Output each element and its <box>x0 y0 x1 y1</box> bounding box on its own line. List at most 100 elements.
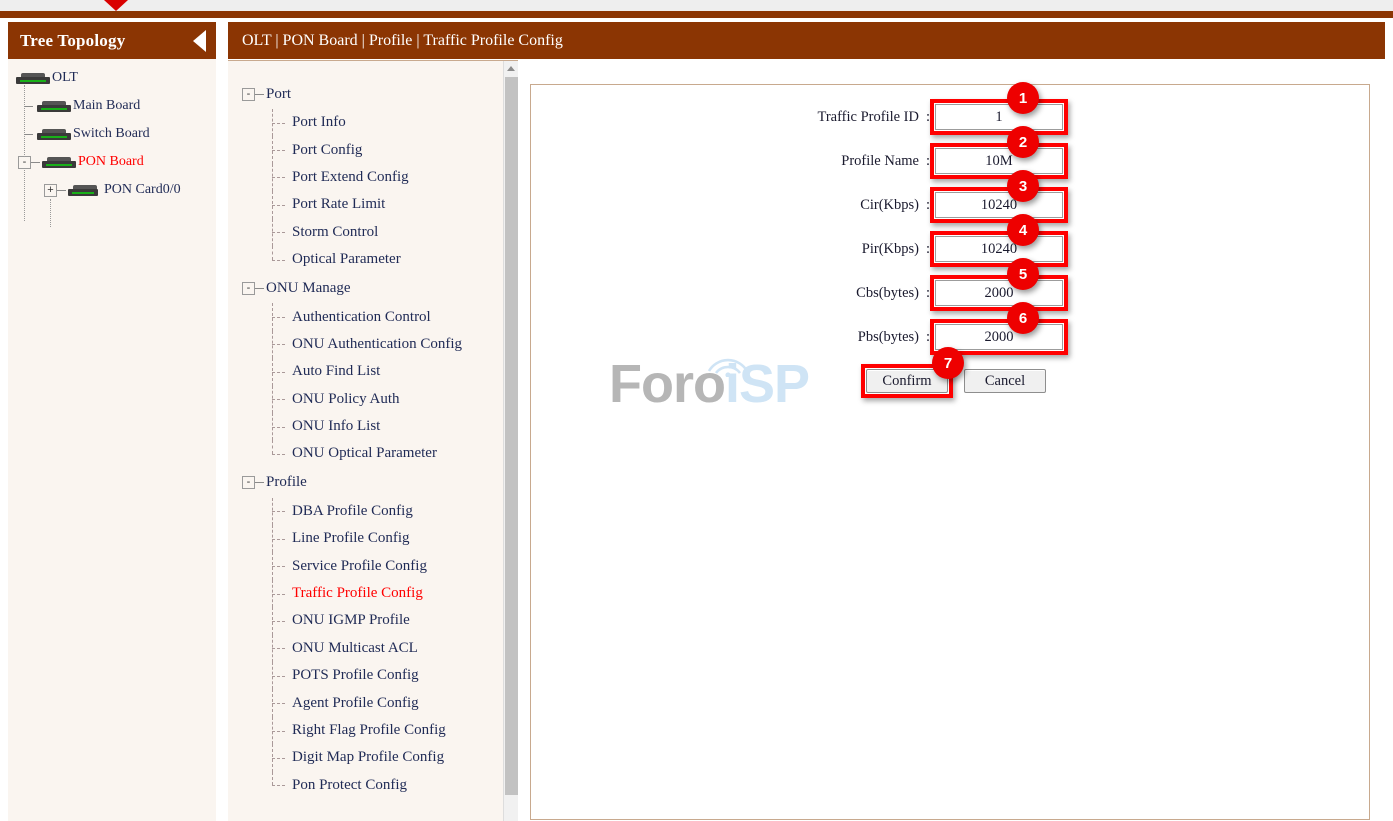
menu-branch-line <box>272 413 286 440</box>
field-label: Cbs(bytes) <box>531 285 921 302</box>
menu-item-onu-info-list[interactable]: ONU Info List <box>228 413 518 440</box>
menu-group-label: Port <box>266 86 291 103</box>
input-cbs-bytes-[interactable] <box>935 280 1063 306</box>
menu-item-label[interactable]: Optical Parameter <box>292 251 401 268</box>
tree-topology-header: Tree Topology <box>8 22 216 59</box>
menu-branch-line <box>272 635 286 662</box>
tree-node-label: Main Board <box>73 98 140 114</box>
menu-item-service-profile-config[interactable]: Service Profile Config <box>228 552 518 579</box>
menu-item-onu-optical-parameter[interactable]: ONU Optical Parameter <box>228 440 518 467</box>
menu-scrollbar[interactable] <box>503 61 518 821</box>
menu-branch-line <box>272 164 286 191</box>
menu-item-label[interactable]: ONU Policy Auth <box>292 391 400 408</box>
field-wrapper: 2 <box>935 148 1063 174</box>
menu-group-onu-manage[interactable]: -ONU Manage <box>228 273 518 303</box>
menu-item-onu-multicast-acl[interactable]: ONU Multicast ACL <box>228 635 518 662</box>
menu-item-label[interactable]: Port Config <box>292 142 362 159</box>
menu-item-storm-control[interactable]: Storm Control <box>228 219 518 246</box>
menu-item-agent-profile-config[interactable]: Agent Profile Config <box>228 689 518 716</box>
menu-item-pots-profile-config[interactable]: POTS Profile Config <box>228 662 518 689</box>
left-caret-icon[interactable] <box>193 30 206 52</box>
menu-item-label[interactable]: Auto Find List <box>292 363 380 380</box>
input-cir-kbps-[interactable] <box>935 192 1063 218</box>
menu-branch-line <box>255 482 264 483</box>
tree-topology-panel: Tree Topology OLT Main Board Swit <box>8 22 216 821</box>
menu-item-label[interactable]: ONU IGMP Profile <box>292 612 410 629</box>
menu-item-pon-protect-config[interactable]: Pon Protect Config <box>228 772 518 799</box>
form-row: Profile Name:2 <box>531 139 1371 183</box>
tree-collapse-toggle[interactable]: - <box>18 156 31 169</box>
tree-node-pon-card[interactable]: + PON Card0/0 <box>8 177 216 203</box>
menu-group-toggle[interactable]: - <box>242 476 255 489</box>
menu-branch-line <box>272 717 286 744</box>
menu-item-authentication-control[interactable]: Authentication Control <box>228 303 518 330</box>
menu-item-port-config[interactable]: Port Config <box>228 136 518 163</box>
tree-branch-line <box>31 162 40 163</box>
input-pir-kbps-[interactable] <box>935 236 1063 262</box>
menu-item-onu-policy-auth[interactable]: ONU Policy Auth <box>228 386 518 413</box>
menu-item-label[interactable]: Traffic Profile Config <box>292 585 423 602</box>
menu-item-dba-profile-config[interactable]: DBA Profile Config <box>228 498 518 525</box>
menu-group-profile[interactable]: -Profile <box>228 468 518 498</box>
tree-node-pon-board[interactable]: - PON Board <box>8 149 216 175</box>
tree-node-main-board[interactable]: Main Board <box>8 93 216 119</box>
form-row: Traffic Profile ID:1 <box>531 95 1371 139</box>
menu-item-right-flag-profile-config[interactable]: Right Flag Profile Config <box>228 717 518 744</box>
top-strip <box>0 0 1393 11</box>
menu-item-label[interactable]: DBA Profile Config <box>292 503 413 520</box>
menu-item-label[interactable]: Port Info <box>292 114 346 131</box>
menu-branch-line <box>272 744 286 771</box>
menu-item-label[interactable]: ONU Info List <box>292 418 380 435</box>
menu-group-label: ONU Manage <box>266 280 351 297</box>
menu-item-port-info[interactable]: Port Info <box>228 109 518 136</box>
menu-item-line-profile-config[interactable]: Line Profile Config <box>228 525 518 552</box>
menu-branch-line <box>272 607 286 634</box>
menu-branch-line <box>272 525 286 552</box>
menu-item-label[interactable]: Agent Profile Config <box>292 695 419 712</box>
tree-expand-toggle[interactable]: + <box>44 184 57 197</box>
menu-item-label[interactable]: ONU Optical Parameter <box>292 445 437 462</box>
device-icon <box>37 128 71 140</box>
menu-group-toggle[interactable]: - <box>242 88 255 101</box>
annotation-badge-5: 5 <box>1007 258 1039 290</box>
tree-topology-title: Tree Topology <box>20 31 125 51</box>
scroll-up-arrow-icon[interactable] <box>504 61 518 76</box>
tree-branch-line <box>24 134 33 135</box>
cancel-button[interactable]: Cancel <box>964 369 1046 393</box>
field-colon: : <box>921 329 935 346</box>
menu-item-label[interactable]: Right Flag Profile Config <box>292 722 446 739</box>
input-profile-name[interactable] <box>935 148 1063 174</box>
menu-group-port[interactable]: -Port <box>228 79 518 109</box>
menu-item-onu-authentication-config[interactable]: ONU Authentication Config <box>228 331 518 358</box>
tree-node-switch-board[interactable]: Switch Board <box>8 121 216 147</box>
menu-item-auto-find-list[interactable]: Auto Find List <box>228 358 518 385</box>
menu-item-label[interactable]: ONU Multicast ACL <box>292 640 418 657</box>
menu-item-port-extend-config[interactable]: Port Extend Config <box>228 164 518 191</box>
menu-branch-line <box>272 219 286 246</box>
menu-group-toggle[interactable]: - <box>242 282 255 295</box>
scrollbar-thumb[interactable] <box>505 77 518 795</box>
menu-item-label[interactable]: Line Profile Config <box>292 530 409 547</box>
menu-item-label[interactable]: Port Rate Limit <box>292 196 385 213</box>
menu-item-label[interactable]: ONU Authentication Config <box>292 336 462 353</box>
menu-branch-line <box>272 552 286 579</box>
menu-item-traffic-profile-config[interactable]: Traffic Profile Config <box>228 580 518 607</box>
menu-item-label[interactable]: Authentication Control <box>292 309 431 326</box>
menu-item-label[interactable]: Pon Protect Config <box>292 777 407 794</box>
menu-item-port-rate-limit[interactable]: Port Rate Limit <box>228 191 518 218</box>
menu-item-digit-map-profile-config[interactable]: Digit Map Profile Config <box>228 744 518 771</box>
menu-item-label[interactable]: Digit Map Profile Config <box>292 749 444 766</box>
menu-item-onu-igmp-profile[interactable]: ONU IGMP Profile <box>228 607 518 634</box>
annotation-badge-4: 4 <box>1007 214 1039 246</box>
menu-item-label[interactable]: Service Profile Config <box>292 558 427 575</box>
menu-item-label[interactable]: POTS Profile Config <box>292 667 419 684</box>
tree-node-olt[interactable]: OLT <box>8 65 216 91</box>
field-colon: : <box>921 197 935 214</box>
field-wrapper: 1 <box>935 104 1063 130</box>
menu-item-label[interactable]: Storm Control <box>292 224 378 241</box>
menu-item-label[interactable]: Port Extend Config <box>292 169 409 186</box>
input-traffic-profile-id[interactable] <box>935 104 1063 130</box>
input-pbs-bytes-[interactable] <box>935 324 1063 350</box>
tree-topology-body: OLT Main Board Switch Board - PON Board <box>8 59 216 821</box>
menu-item-optical-parameter[interactable]: Optical Parameter <box>228 246 518 273</box>
